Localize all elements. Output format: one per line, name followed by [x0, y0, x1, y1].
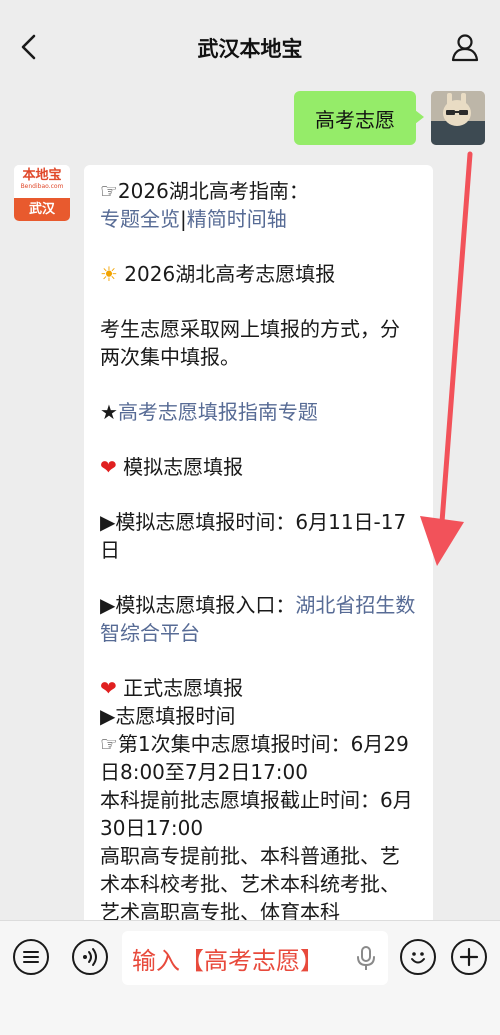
- menu-toggle-button[interactable]: [13, 939, 49, 975]
- avatar-logo: 本地宝 Bendibao.com: [14, 165, 70, 198]
- batch-list: 高职高专提前批、本科普通批、艺术本科校考批、艺术本科统考批、艺术高职高专批、体育…: [100, 844, 400, 924]
- guide-heading: ☞2026湖北高考指南：: [100, 179, 309, 203]
- my-avatar-image: [431, 91, 485, 145]
- plus-icon: [459, 947, 479, 967]
- mock-entry: ▶模拟志愿填报入口：湖北省招生数智综合平台: [100, 591, 419, 647]
- guide-topic-line: ★高考志愿填报指南专题: [100, 398, 419, 426]
- mock-entry-label: ▶模拟志愿填报入口：: [100, 593, 296, 617]
- heart-icon: ❤: [100, 676, 117, 700]
- emoji-button[interactable]: [400, 939, 436, 975]
- chat-header: 武汉本地宝: [0, 0, 500, 98]
- microphone-icon[interactable]: [354, 944, 378, 972]
- input-text: 输入【高考志愿】: [132, 946, 324, 975]
- overview-link[interactable]: 专题全览: [100, 207, 180, 231]
- link-separator: |: [180, 207, 187, 231]
- chat-input-bar: 输入【高考志愿】: [0, 920, 500, 1035]
- mock-heading: ❤ 模拟志愿填报: [100, 453, 419, 481]
- heart-icon: ❤: [100, 455, 117, 479]
- user-profile-icon[interactable]: [450, 32, 480, 62]
- smiley-face-icon: [411, 952, 425, 964]
- formal-title: 正式志愿填报: [123, 676, 244, 700]
- formal-heading: ❤ 正式志愿填报: [100, 674, 419, 702]
- outgoing-message-bubble[interactable]: 高考志愿: [294, 91, 424, 145]
- sun-emoji-icon: ☀: [100, 262, 118, 286]
- section-title: 2026湖北高考志愿填报: [124, 262, 336, 286]
- description-text: 考生志愿采取网上填报的方式，分两次集中填报。: [100, 317, 400, 369]
- outgoing-message-text: 高考志愿: [315, 107, 395, 132]
- message-input[interactable]: 输入【高考志愿】: [122, 931, 388, 985]
- guide-line: ☞2026湖北高考指南：: [100, 177, 419, 205]
- guide-links: 专题全览|精简时间轴: [100, 205, 419, 233]
- avatar-city-text: 武汉: [14, 198, 70, 221]
- mock-title: 模拟志愿填报: [123, 455, 244, 479]
- more-actions-button[interactable]: [451, 939, 487, 975]
- official-account-avatar[interactable]: 本地宝 Bendibao.com 武汉: [14, 165, 70, 221]
- chat-title: 武汉本地宝: [197, 37, 303, 61]
- early-deadline: 本科提前批志愿填报截止时间：6月30日17:00: [100, 788, 413, 840]
- avatar-domain-text: Bendibao.com: [20, 183, 64, 190]
- incoming-message-bubble: ☞2026湖北高考指南： 专题全览|精简时间轴 ☀ 2026湖北高考志愿填报 考…: [84, 165, 433, 935]
- guide-topic-link[interactable]: 高考志愿填报指南专题: [118, 400, 318, 424]
- avatar-logo-text: 本地宝: [22, 168, 62, 183]
- formal-time-head: ▶志愿填报时间: [100, 704, 236, 728]
- star-icon: ★: [100, 400, 118, 424]
- voice-mode-button[interactable]: [72, 939, 108, 975]
- first-round-time: ☞第1次集中志愿填报时间：6月29日8:00至7月2日17:00: [100, 732, 409, 784]
- my-avatar[interactable]: [431, 91, 485, 145]
- voice-wave-icon: [83, 948, 97, 966]
- timeline-link[interactable]: 精简时间轴: [187, 207, 287, 231]
- menu-list-icon: [23, 951, 39, 963]
- mock-time: ▶模拟志愿填报时间：6月11日-17日: [100, 510, 407, 562]
- section-heading: ☀ 2026湖北高考志愿填报: [100, 260, 419, 288]
